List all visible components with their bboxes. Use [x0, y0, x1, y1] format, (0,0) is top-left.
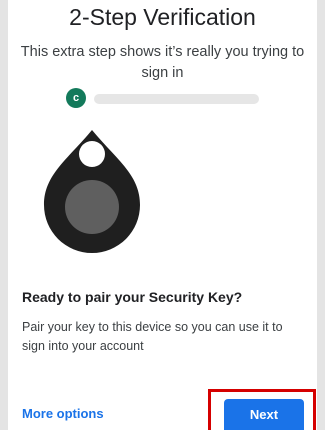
more-options-link[interactable]: More options	[22, 406, 104, 421]
account-chip: c	[66, 88, 266, 110]
next-button[interactable]: Next	[224, 399, 304, 430]
redacted-email	[94, 94, 259, 104]
pair-description: Pair your key to this device so you can …	[22, 320, 283, 353]
security-key-icon	[42, 130, 142, 260]
left-frame-edge	[0, 0, 8, 430]
security-key-button	[65, 180, 119, 234]
page-title: 2-Step Verification	[69, 4, 256, 30]
right-frame-edge	[317, 0, 325, 430]
page-subtitle: This extra step shows it’s really you tr…	[20, 44, 305, 81]
avatar: c	[66, 88, 86, 108]
pair-heading: Ready to pair your Security Key?	[22, 289, 243, 305]
security-key-hole	[79, 141, 105, 167]
